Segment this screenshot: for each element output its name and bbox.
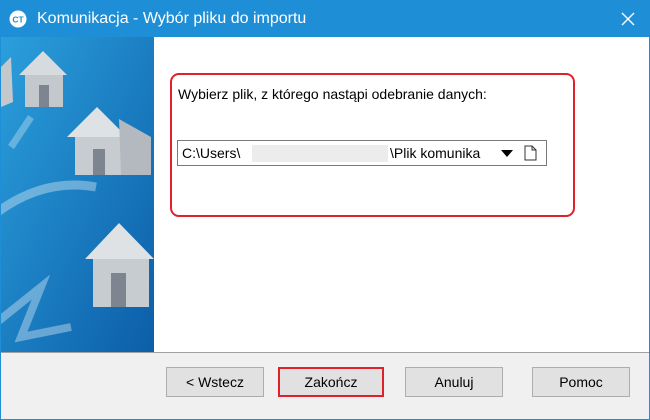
help-button[interactable]: Pomoc — [532, 367, 630, 397]
finish-button[interactable]: Zakończ — [278, 367, 384, 397]
dialog-content: Wybierz plik, z którego nastąpi odebrani… — [1, 37, 649, 352]
window-title: Komunikacja - Wybór pliku do importu — [37, 10, 307, 27]
close-button[interactable] — [607, 1, 649, 37]
redacted-username — [252, 145, 388, 162]
file-path-end: \Plik komunika — [390, 145, 481, 161]
app-icon: CT — [9, 10, 27, 28]
wizard-side-image — [1, 37, 154, 352]
dialog-window: CT Komunikacja - Wybór pliku do importu — [0, 0, 650, 420]
close-icon — [621, 12, 635, 26]
file-icon[interactable] — [524, 145, 537, 161]
cancel-button[interactable]: Anuluj — [405, 367, 503, 397]
file-path-start: C:\Users\ — [182, 145, 241, 161]
title-bar[interactable]: CT Komunikacja - Wybór pliku do importu — [1, 1, 649, 37]
button-separator — [1, 352, 649, 353]
back-button[interactable]: < Wstecz — [166, 367, 264, 397]
dropdown-arrow-icon[interactable] — [501, 150, 513, 157]
file-path-combobox[interactable]: C:\Users\ \Plik komunika — [177, 140, 547, 166]
prompt-label: Wybierz plik, z którego nastąpi odebrani… — [178, 86, 487, 102]
svg-text:CT: CT — [12, 15, 24, 25]
